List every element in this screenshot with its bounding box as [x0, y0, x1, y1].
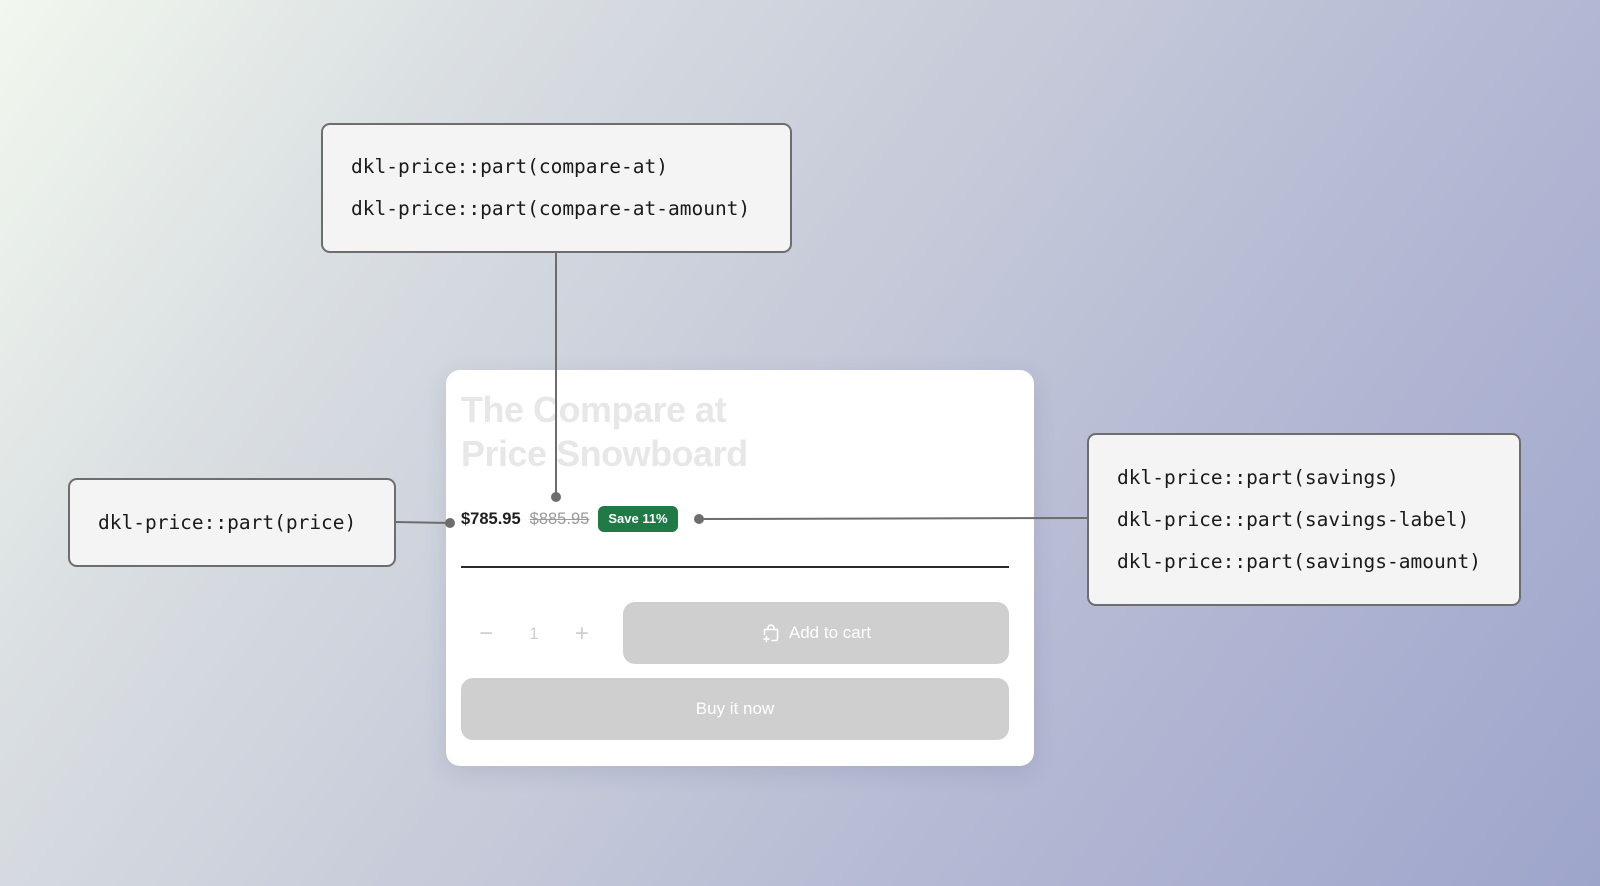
callout-line: dkl-price::part(savings) — [1117, 465, 1399, 489]
price-row: $785.95 $885.95 Save 11% — [461, 506, 678, 532]
bag-plus-icon — [763, 624, 779, 643]
compare-at-price: $885.95 — [529, 509, 590, 528]
callout-compare-at: dkl-price::part(compare-at) dkl-price::p… — [321, 123, 792, 253]
callout-line: dkl-price::part(savings-amount) — [1117, 549, 1481, 573]
product-title: The Compare at Price Snowboard — [461, 389, 748, 474]
quantity-stepper: − 1 + — [461, 603, 607, 665]
connector-price — [395, 521, 451, 524]
buy-it-now-label: Buy it now — [695, 699, 775, 718]
product-card: The Compare at Price Snowboard $785.95 $… — [446, 370, 1034, 766]
divider — [461, 566, 1009, 568]
savings-badge: Save 11% — [598, 506, 678, 532]
add-to-cart-label: Add to cart — [788, 623, 872, 642]
savings-label: Save — [608, 511, 639, 526]
buy-it-now-button[interactable]: Buy it now — [461, 678, 1009, 740]
price: $785.95 — [461, 509, 521, 528]
callout-line: dkl-price::part(savings-label) — [1117, 507, 1470, 531]
add-to-cart-button[interactable]: Add to cart — [623, 602, 1009, 664]
savings-amount: 11% — [642, 511, 668, 526]
quantity-value[interactable]: 1 — [529, 624, 538, 644]
callout-line: dkl-price::part(compare-at) — [351, 155, 668, 178]
increase-quantity-button[interactable]: + — [575, 620, 589, 648]
callout-price: dkl-price::part(price) — [68, 478, 396, 567]
callout-line: dkl-price::part(price) — [98, 510, 357, 534]
callout-savings: dkl-price::part(savings) dkl-price::part… — [1087, 433, 1521, 606]
callout-line: dkl-price::part(compare-at-amount) — [351, 197, 751, 220]
decrease-quantity-button[interactable]: − — [479, 620, 493, 648]
